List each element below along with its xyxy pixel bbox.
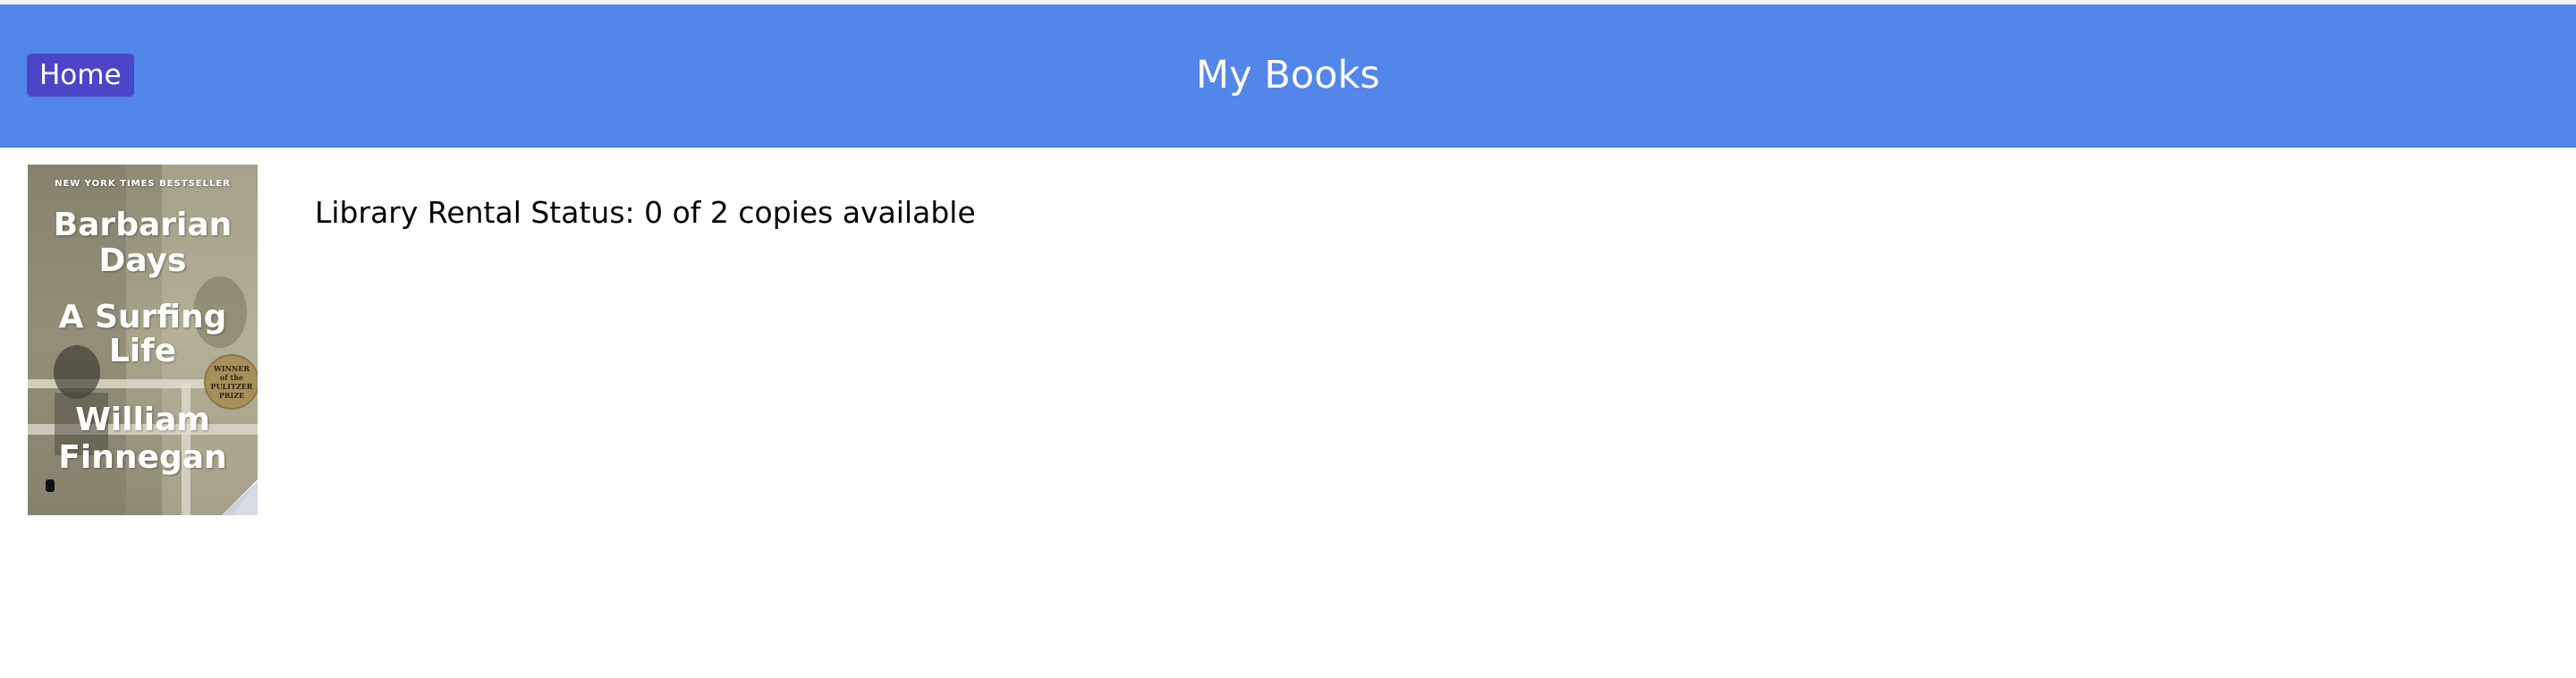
page-title: My Books (1196, 53, 1380, 97)
rental-status-text: Library Rental Status: 0 of 2 copies ava… (315, 195, 976, 230)
cover-title-text: Barbarian Days (53, 207, 233, 279)
book-cover-image[interactable]: NEW YORK TIMES BESTSELLER Barbarian Days… (28, 165, 258, 515)
cover-bestseller-text: NEW YORK TIMES BESTSELLER (55, 179, 231, 189)
app-header: My Books Home (0, 4, 2576, 148)
page-curl-icon (222, 479, 258, 515)
book-list-item: NEW YORK TIMES BESTSELLER Barbarian Days… (0, 165, 2576, 517)
cover-author-text: William Finnegan (58, 402, 227, 476)
publisher-logo-icon (46, 479, 55, 492)
home-button[interactable]: Home (27, 54, 134, 97)
